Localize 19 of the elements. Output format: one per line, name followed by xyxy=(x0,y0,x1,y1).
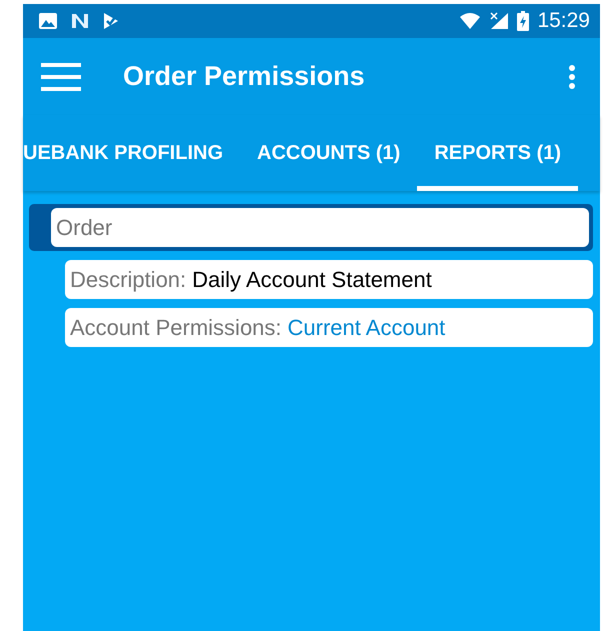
account-link[interactable]: Current Account xyxy=(288,314,446,340)
tab[interactable]: UEBANK PROFILING xyxy=(23,115,240,191)
n-icon xyxy=(70,12,90,30)
group-row[interactable]: Order xyxy=(29,204,593,251)
menu-icon[interactable] xyxy=(41,62,81,90)
signal-icon xyxy=(489,12,510,30)
tab[interactable]: ACCOUNTS (1) xyxy=(240,115,418,191)
group-title: Order xyxy=(51,208,589,247)
screen-title: Order Permissions xyxy=(123,61,366,92)
wifi-icon xyxy=(459,12,482,30)
tab[interactable]: REPORTS (1) xyxy=(417,115,578,191)
play-check-icon xyxy=(102,12,120,30)
battery-icon xyxy=(517,11,530,31)
field-label: Description: xyxy=(70,266,186,292)
image-icon xyxy=(38,12,58,30)
field-label: Account Permissions: xyxy=(70,314,282,340)
field-value: Daily Account Statement xyxy=(192,266,432,292)
clock-time: 15:29 xyxy=(537,9,590,33)
more-icon[interactable] xyxy=(568,64,576,88)
